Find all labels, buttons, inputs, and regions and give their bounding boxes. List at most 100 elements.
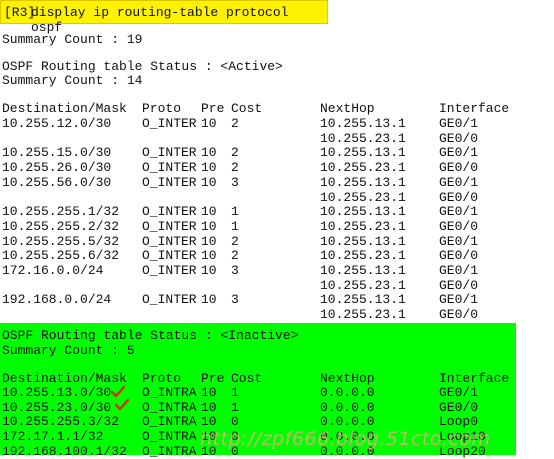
summary-count-total: Summary Count : 19 bbox=[2, 32, 143, 47]
cell-cost: 2 bbox=[231, 116, 239, 131]
cell-nexthop: 10.255.13.1 bbox=[320, 116, 406, 131]
cell-proto: O_INTER bbox=[142, 292, 197, 307]
cell-dest: 10.255.26.0/30 bbox=[2, 160, 112, 175]
cell-proto: O_INTRA bbox=[142, 414, 197, 429]
cell-nexthop: 0.0.0.0 bbox=[320, 400, 375, 415]
cell-proto: O_INTER bbox=[142, 175, 197, 190]
cell-dest: 10.255.12.0/30 bbox=[2, 116, 112, 131]
cell-nexthop: 10.255.23.1 bbox=[320, 278, 406, 293]
command-highlight: [R3] display ip routing-table protocol o… bbox=[0, 0, 328, 35]
cell-iface: GE0/1 bbox=[439, 234, 479, 249]
cell-iface: GE0/0 bbox=[439, 278, 479, 293]
cell-iface: GE0/1 bbox=[439, 116, 479, 131]
cell-pre: 10 bbox=[201, 234, 217, 249]
inactive-status-line: OSPF Routing table Status : <Inactive> bbox=[2, 328, 299, 343]
cell-dest: 10.255.255.2/32 bbox=[2, 219, 120, 234]
cell-cost: 2 bbox=[231, 234, 239, 249]
cell-iface: GE0/0 bbox=[439, 190, 479, 205]
cell-iface: GE0/1 bbox=[439, 292, 479, 307]
cell-iface: GE0/1 bbox=[439, 204, 479, 219]
cell-nexthop: 10.255.13.1 bbox=[320, 263, 406, 278]
cell-pre: 10 bbox=[201, 414, 217, 429]
cell-nexthop: 10.255.23.1 bbox=[320, 248, 406, 263]
cell-dest: 192.168.100.1/32 bbox=[2, 444, 127, 459]
cell-proto: O_INTRA bbox=[142, 444, 197, 459]
cell-nexthop: 10.255.13.1 bbox=[320, 292, 406, 307]
cell-iface: GE0/1 bbox=[439, 175, 479, 190]
header-destination-mask: Destination/Mask bbox=[2, 101, 127, 116]
header-nexthop: NextHop bbox=[320, 371, 375, 386]
header-cost: Cost bbox=[231, 101, 263, 116]
cell-cost: 2 bbox=[231, 145, 239, 160]
header-cost: Cost bbox=[231, 371, 263, 386]
header-nexthop: NextHop bbox=[320, 101, 375, 116]
checkmark-icon bbox=[115, 399, 129, 411]
cell-cost: 2 bbox=[231, 248, 239, 263]
cell-cost: 1 bbox=[231, 385, 239, 400]
cell-dest: 10.255.56.0/30 bbox=[2, 175, 112, 190]
cell-iface: Loop0 bbox=[439, 414, 479, 429]
cell-dest: 10.255.255.5/32 bbox=[2, 234, 120, 249]
cell-cost: 2 bbox=[231, 160, 239, 175]
cell-iface: GE0/0 bbox=[439, 307, 479, 322]
cell-proto: O_INTER bbox=[142, 248, 197, 263]
cell-pre: 10 bbox=[201, 116, 217, 131]
cell-proto: O_INTRA bbox=[142, 429, 197, 444]
cell-dest: 10.255.255.3/32 bbox=[2, 414, 120, 429]
cell-cost: 1 bbox=[231, 219, 239, 234]
cell-dest: 10.255.255.1/32 bbox=[2, 204, 120, 219]
cell-dest: 172.16.0.0/24 bbox=[2, 263, 104, 278]
cell-dest: 192.168.0.0/24 bbox=[2, 292, 112, 307]
cell-dest: 10.255.13.0/30 bbox=[2, 385, 112, 400]
cell-nexthop: 10.255.13.1 bbox=[320, 175, 406, 190]
header-interface: Interface bbox=[439, 371, 510, 386]
active-status-line: OSPF Routing table Status : <Active> bbox=[2, 59, 283, 74]
cell-cost: 1 bbox=[231, 204, 239, 219]
active-summary-count: Summary Count : 14 bbox=[2, 73, 143, 88]
cell-dest: 10.255.23.0/30 bbox=[2, 400, 112, 415]
watermark-text: http://zpf666.blog.51cto.com bbox=[200, 428, 491, 450]
inactive-summary-count: Summary Count : 5 bbox=[2, 343, 135, 358]
cell-iface: GE0/0 bbox=[439, 160, 479, 175]
checkmark-icon bbox=[111, 386, 125, 398]
cell-proto: O_INTRA bbox=[142, 385, 197, 400]
cell-nexthop: 10.255.13.1 bbox=[320, 204, 406, 219]
cell-pre: 10 bbox=[201, 204, 217, 219]
cell-nexthop: 10.255.13.1 bbox=[320, 145, 406, 160]
cell-nexthop: 0.0.0.0 bbox=[320, 414, 375, 429]
cell-proto: O_INTER bbox=[142, 160, 197, 175]
header-destination-mask: Destination/Mask bbox=[2, 371, 127, 386]
cell-iface: GE0/0 bbox=[439, 131, 479, 146]
cell-cost: 0 bbox=[231, 414, 239, 429]
cell-proto: O_INTRA bbox=[142, 400, 197, 415]
cell-pre: 10 bbox=[201, 145, 217, 160]
cell-iface: GE0/1 bbox=[439, 263, 479, 278]
cell-pre: 10 bbox=[201, 160, 217, 175]
cell-proto: O_INTER bbox=[142, 204, 197, 219]
cell-iface: GE0/0 bbox=[439, 248, 479, 263]
header-proto: Proto bbox=[142, 101, 182, 116]
cell-pre: 10 bbox=[201, 385, 217, 400]
cell-pre: 10 bbox=[201, 248, 217, 263]
cell-iface: GE0/1 bbox=[439, 145, 479, 160]
cell-dest: 10.255.15.0/30 bbox=[2, 145, 112, 160]
cell-proto: O_INTER bbox=[142, 263, 197, 278]
cell-proto: O_INTER bbox=[142, 116, 197, 131]
cell-pre: 10 bbox=[201, 263, 217, 278]
cell-nexthop: 10.255.13.1 bbox=[320, 234, 406, 249]
command-text[interactable]: display ip routing-table protocol ospf bbox=[31, 5, 327, 35]
cell-proto: O_INTER bbox=[142, 219, 197, 234]
cell-cost: 3 bbox=[231, 263, 239, 278]
cell-dest: 172.17.1.1/32 bbox=[2, 429, 104, 444]
cell-pre: 10 bbox=[201, 219, 217, 234]
cell-pre: 10 bbox=[201, 292, 217, 307]
header-proto: Proto bbox=[142, 371, 182, 386]
cell-proto: O_INTER bbox=[142, 234, 197, 249]
header-pre: Pre bbox=[201, 101, 225, 116]
cell-proto: O_INTER bbox=[142, 145, 197, 160]
cell-pre: 10 bbox=[201, 175, 217, 190]
cell-cost: 1 bbox=[231, 400, 239, 415]
cell-iface: GE0/0 bbox=[439, 400, 479, 415]
cell-nexthop: 0.0.0.0 bbox=[320, 385, 375, 400]
cell-dest: 10.255.255.6/32 bbox=[2, 248, 120, 263]
